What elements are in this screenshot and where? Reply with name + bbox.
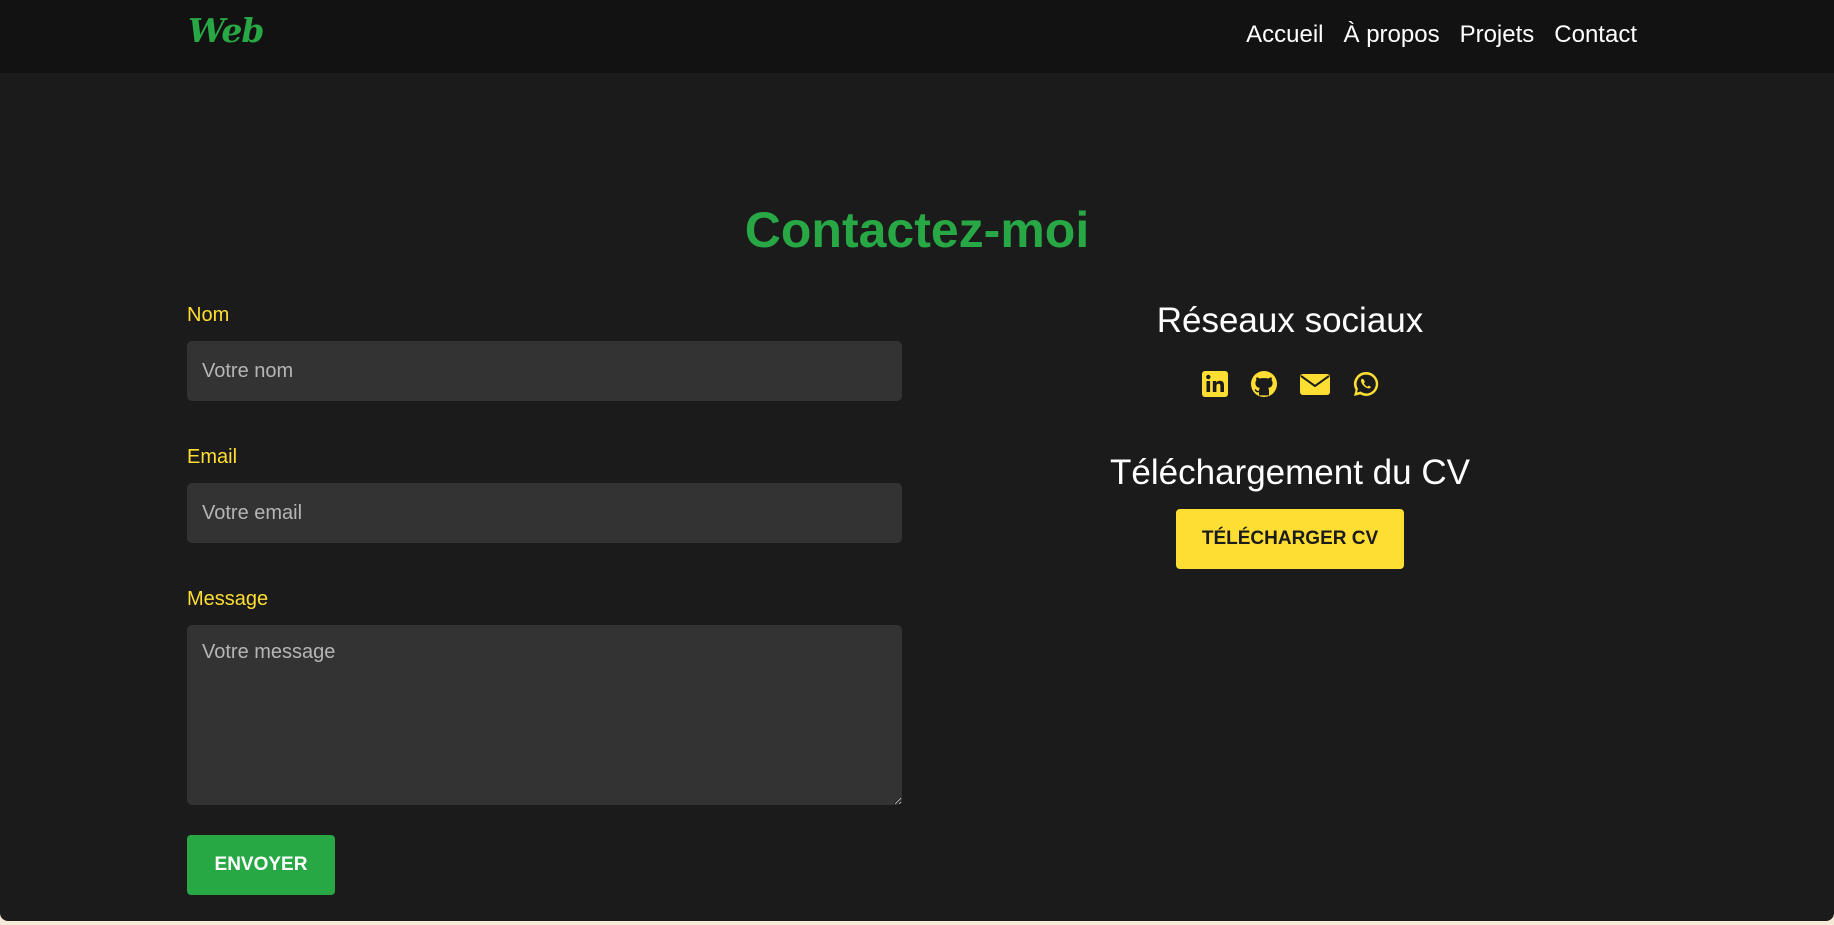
- message-label: Message: [187, 588, 269, 610]
- nav-link-accueil[interactable]: Accueil: [1246, 20, 1323, 50]
- side-panel: Réseaux sociaux Téléchargement du CV TÉL…: [1040, 300, 1540, 569]
- name-label: Nom: [187, 304, 230, 326]
- contact-form: Nom Email Message ENVOYER: [187, 303, 902, 895]
- github-icon[interactable]: [1250, 370, 1278, 398]
- linkedin-icon[interactable]: [1201, 370, 1229, 398]
- logo[interactable]: Web: [188, 11, 264, 50]
- nav-link-a-propos[interactable]: À propos: [1344, 20, 1440, 50]
- nav-link-contact[interactable]: Contact: [1554, 20, 1637, 50]
- name-input[interactable]: [187, 341, 902, 401]
- nav-links: Accueil À propos Projets Contact: [1246, 20, 1637, 50]
- cv-heading: Téléchargement du CV: [1110, 453, 1470, 492]
- navbar: Web Accueil À propos Projets Contact: [0, 0, 1834, 73]
- message-textarea[interactable]: [187, 625, 902, 805]
- envelope-icon[interactable]: [1299, 370, 1331, 398]
- send-button[interactable]: ENVOYER: [187, 835, 335, 895]
- page-title: Contactez-moi: [744, 202, 1090, 258]
- email-input[interactable]: [187, 483, 902, 543]
- download-cv-button[interactable]: TÉLÉCHARGER CV: [1176, 509, 1404, 569]
- whatsapp-icon[interactable]: [1352, 370, 1380, 398]
- social-icons: [1040, 370, 1540, 400]
- social-heading: Réseaux sociaux: [1156, 301, 1424, 340]
- page: Web Accueil À propos Projets Contact Con…: [0, 0, 1834, 921]
- email-label: Email: [187, 446, 238, 468]
- nav-link-projets[interactable]: Projets: [1460, 20, 1535, 50]
